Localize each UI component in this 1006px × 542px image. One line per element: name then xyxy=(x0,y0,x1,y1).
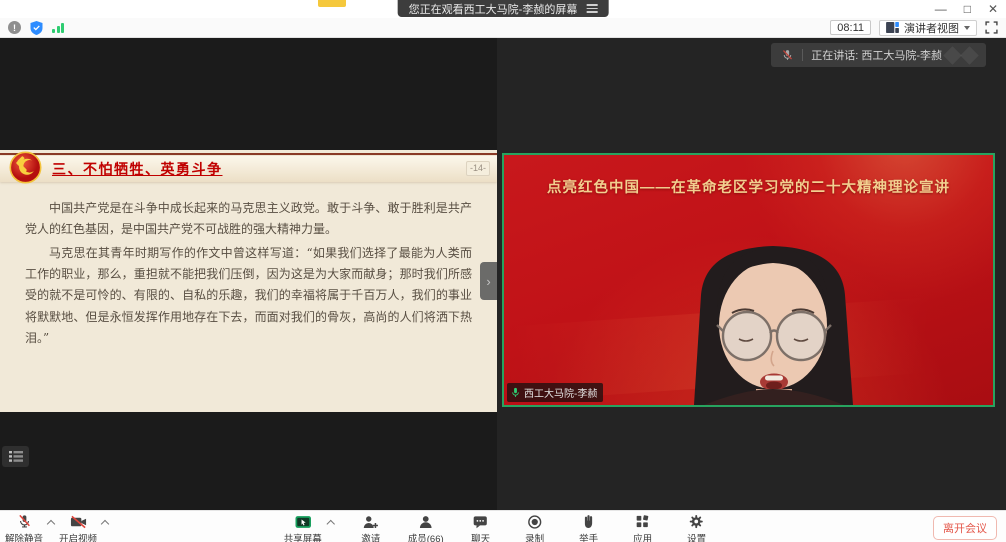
chat-bubble-icon xyxy=(473,514,488,529)
toolbar-center-group: 共享屏幕 邀请 xyxy=(284,514,714,542)
chevron-right-icon: › xyxy=(486,274,490,289)
chevron-down-icon xyxy=(964,26,970,30)
maximize-button[interactable]: □ xyxy=(964,1,971,17)
apps-label: 应用 xyxy=(633,531,652,542)
camera-off-icon xyxy=(70,514,87,529)
view-mode-label: 演讲者视图 xyxy=(904,20,959,36)
presentation-slide: 三、不怕牺牲、英勇斗争 -14- 中国共产党是在斗争中成长起来的马克思主义政党。… xyxy=(0,150,497,412)
video-name-text: 西工大马院-李赪 xyxy=(524,385,597,400)
share-screen-icon xyxy=(294,514,311,529)
watching-banner[interactable]: 您正在观看西工大马院-李赪的屏幕 xyxy=(398,0,609,17)
slide-header: 三、不怕牺牲、英勇斗争 -14- xyxy=(0,156,497,182)
toolbar-left-group: 解除静音 开启视频 xyxy=(5,514,108,542)
members-button[interactable]: 成员(66) xyxy=(408,514,444,542)
invite-person-icon xyxy=(363,514,379,529)
share-screen-button[interactable]: 共享屏幕 xyxy=(284,514,322,542)
watching-banner-text: 您正在观看西工大马院-李赪的屏幕 xyxy=(409,1,578,17)
share-screen-label: 共享屏幕 xyxy=(284,531,322,542)
annotation-list-toggle[interactable] xyxy=(2,446,29,467)
apps-button[interactable]: 应用 xyxy=(626,514,660,542)
members-label: 成员(66) xyxy=(408,531,444,542)
mic-muted-icon xyxy=(17,514,32,529)
active-speaker-text: 正在讲话: 西工大马院-李赪 xyxy=(811,47,942,63)
gear-icon xyxy=(689,514,704,529)
raise-hand-label: 举手 xyxy=(579,531,598,542)
leave-meeting-button[interactable]: 离开会议 xyxy=(933,516,997,540)
chat-button[interactable]: 聊天 xyxy=(464,514,498,542)
video-banner-text: 点亮红色中国——在革命老区学习党的二十大精神理论宣讲 xyxy=(504,176,993,197)
window-controls: — □ ✕ xyxy=(935,1,998,17)
share-options-chevron[interactable] xyxy=(327,520,335,528)
apps-grid-icon xyxy=(636,514,649,529)
shared-screen-panel: 三、不怕牺牲、英勇斗争 -14- 中国共产党是在斗争中成长起来的马克思主义政党。… xyxy=(0,38,497,510)
video-panel: 正在讲话: 西工大马院-李赪 点亮红色中国——在革命老区学习党的二十大精神理论宣… xyxy=(497,38,1006,510)
audio-wave-decoration xyxy=(960,46,978,64)
record-label: 录制 xyxy=(525,531,544,542)
raise-hand-button[interactable]: 举手 xyxy=(572,514,606,542)
network-signal-icon[interactable] xyxy=(52,22,64,33)
background-app-tab xyxy=(318,0,346,7)
audio-options-chevron[interactable] xyxy=(47,520,55,528)
close-button[interactable]: ✕ xyxy=(988,1,998,17)
mic-on-icon xyxy=(511,387,520,398)
speaker-video-tile[interactable]: 点亮红色中国——在革命老区学习党的二十大精神理论宣讲 xyxy=(502,153,995,407)
meeting-info-icon[interactable]: ! xyxy=(8,21,21,34)
invite-label: 邀请 xyxy=(361,531,380,542)
invite-button[interactable]: 邀请 xyxy=(354,514,388,542)
unmute-label: 解除静音 xyxy=(5,531,43,542)
members-icon xyxy=(419,514,433,529)
video-options-chevron[interactable] xyxy=(101,520,109,528)
main-stage: 三、不怕牺牲、英勇斗争 -14- 中国共产党是在斗争中成长起来的马克思主义政党。… xyxy=(0,38,1006,510)
start-video-label: 开启视频 xyxy=(59,531,97,542)
security-shield-icon[interactable] xyxy=(30,21,43,35)
video-name-tag: 西工大马院-李赪 xyxy=(507,383,603,402)
settings-label: 设置 xyxy=(687,531,706,542)
view-mode-dropdown[interactable]: 演讲者视图 xyxy=(879,20,977,36)
status-bar: ! 08:11 演讲者视图 xyxy=(0,18,1006,38)
meeting-timer: 08:11 xyxy=(830,20,871,35)
muted-mic-icon xyxy=(781,48,794,62)
record-button[interactable]: 录制 xyxy=(518,514,552,542)
fullscreen-icon[interactable] xyxy=(985,21,998,34)
slide-top-rule xyxy=(0,153,497,155)
meeting-window: 您正在观看西工大马院-李赪的屏幕 — □ ✕ ! 08:11 xyxy=(0,0,1006,542)
slide-body-text: 中国共产党是在斗争中成长起来的马克思主义政党。敢于斗争、敢于胜利是共产党人的红色… xyxy=(0,182,497,350)
chat-label: 聊天 xyxy=(471,531,490,542)
active-speaker-indicator: 正在讲话: 西工大马院-李赪 xyxy=(771,43,986,67)
banner-menu-icon[interactable] xyxy=(586,4,597,13)
raise-hand-icon xyxy=(582,514,595,529)
status-left-icons: ! xyxy=(8,21,64,35)
speaker-view-icon xyxy=(886,22,899,33)
slide-paragraph: 中国共产党是在斗争中成长起来的马克思主义政党。敢于斗争、敢于胜利是共产党人的红色… xyxy=(25,198,472,241)
start-video-button[interactable]: 开启视频 xyxy=(59,514,97,542)
minimize-button[interactable]: — xyxy=(935,1,947,17)
party-emblem-icon xyxy=(9,151,42,184)
record-icon xyxy=(528,514,542,529)
slide-title: 三、不怕牺牲、英勇斗争 xyxy=(52,159,223,179)
divider xyxy=(802,49,803,61)
list-icon xyxy=(9,451,23,462)
title-bar: 您正在观看西工大马院-李赪的屏幕 — □ ✕ xyxy=(0,0,1006,18)
settings-button[interactable]: 设置 xyxy=(680,514,714,542)
slide-page-number: -14- xyxy=(466,161,490,176)
slide-paragraph: 马克思在其青年时期写作的作文中曾这样写道：“如果我们选择了最能为人类而工作的职业… xyxy=(25,243,472,350)
unmute-button[interactable]: 解除静音 xyxy=(5,514,43,542)
meeting-toolbar: 解除静音 开启视频 xyxy=(0,510,1006,542)
status-right-controls: 08:11 演讲者视图 xyxy=(830,20,1006,36)
panel-collapse-handle[interactable]: › xyxy=(480,262,497,300)
